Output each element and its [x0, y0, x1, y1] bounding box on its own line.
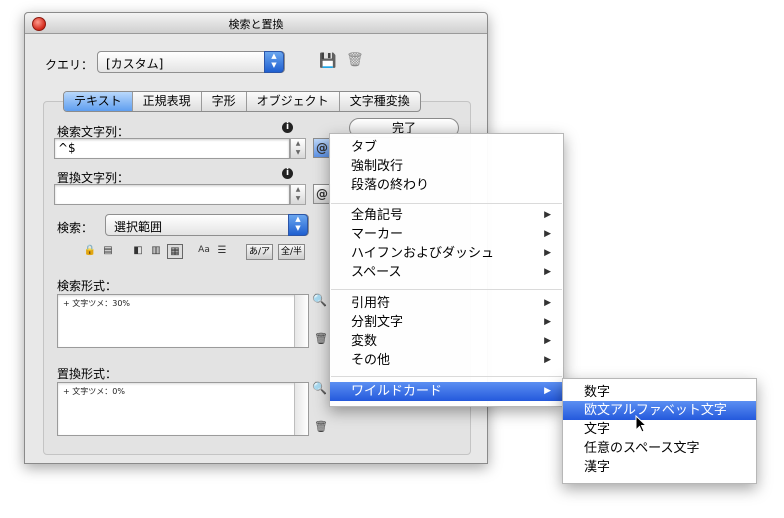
menu-separator [331, 376, 562, 377]
menu-item-other[interactable]: その他 ▶ [330, 351, 563, 370]
submenu-arrow-icon: ▶ [544, 298, 551, 308]
popup-arrows-icon: ▲ ▼ [264, 51, 284, 73]
menu-item-variable[interactable]: 変数 ▶ [330, 332, 563, 351]
tab-grep[interactable]: 正規表現 [133, 92, 202, 111]
query-label: クエリ： [45, 58, 94, 72]
find-what-value: ^$ [58, 141, 76, 155]
query-select[interactable]: [カスタム] ▲ ▼ [97, 51, 285, 73]
change-to-input[interactable] [54, 184, 290, 205]
submenu-arrow-icon: ▶ [544, 210, 551, 220]
delete-query-icon[interactable]: 🗑 [346, 52, 364, 68]
include-locked-layers-icon[interactable]: 🔒 [83, 244, 97, 257]
change-history-stepper[interactable]: ▲ ▼ [290, 184, 306, 205]
width-sensitive-toggle[interactable]: 全/半 [278, 244, 306, 260]
menu-item-break-character[interactable]: 分割文字 ▶ [330, 313, 563, 332]
menu-separator [331, 203, 562, 204]
title-bar[interactable]: 検索と置換 [25, 13, 487, 34]
submenu-arrow-icon: ▶ [544, 386, 551, 396]
change-format-box[interactable]: + 文字ツメ：0% [57, 382, 309, 436]
case-sensitive-icon[interactable]: Aa [197, 244, 211, 257]
menu-item-tab[interactable]: タブ [330, 138, 563, 157]
submenu-item-any-character[interactable]: 文字 [563, 420, 756, 439]
change-format-value: + 文字ツメ：0% [63, 387, 125, 396]
tab-bar: テキスト 正規表現 字形 オブジェクト 文字種変換 [63, 91, 421, 112]
menu-item-hyphens-dashes[interactable]: ハイフンおよびダッシュ ▶ [330, 244, 563, 263]
tab-text[interactable]: テキスト [64, 92, 133, 111]
whole-word-icon[interactable]: ☰ [215, 244, 229, 257]
tab-transliterate[interactable]: 文字種変換 [340, 92, 420, 111]
search-label: 検索： [57, 221, 94, 235]
submenu-arrow-icon: ▶ [544, 317, 551, 327]
submenu-item-any-letter[interactable]: 欧文アルファベット文字 [563, 401, 756, 420]
submenu-arrow-icon: ▶ [544, 355, 551, 365]
info-icon: i [282, 168, 293, 179]
info-icon: i [282, 122, 293, 133]
find-format-label: 検索形式： [57, 279, 118, 293]
menu-item-white-space[interactable]: スペース ▶ [330, 263, 563, 282]
submenu-arrow-icon: ▶ [544, 336, 551, 346]
special-characters-menu: タブ 強制改行 段落の終わり 全角記号 ▶ マーカー ▶ ハイフンおよびダッシュ ▶ … [329, 133, 564, 407]
window-title: 検索と置換 [228, 18, 284, 31]
find-what-input[interactable]: ^$ [54, 138, 290, 159]
find-format-box[interactable]: + 文字ツメ：30% [57, 294, 309, 348]
find-format-value: + 文字ツメ：30% [63, 299, 131, 308]
include-master-pages-icon[interactable]: ▥ [149, 244, 163, 257]
menu-item-wildcards[interactable]: ワイルドカード ▶ [330, 382, 563, 401]
submenu-item-any-kanji[interactable]: 漢字 [563, 458, 756, 477]
tab-object[interactable]: オブジェクト [247, 92, 340, 111]
submenu-arrow-icon: ▶ [544, 229, 551, 239]
clear-find-format-icon[interactable]: 🗑 [314, 332, 328, 345]
include-footnotes-icon[interactable]: ▦ [167, 244, 183, 259]
menu-separator [331, 289, 562, 290]
specify-find-format-icon[interactable]: 🔍 [312, 293, 327, 307]
kana-sensitive-toggle[interactable]: あ/ア [246, 244, 274, 260]
find-history-stepper[interactable]: ▲ ▼ [290, 138, 306, 159]
submenu-arrow-icon: ▶ [544, 248, 551, 258]
scrollbar[interactable] [294, 383, 308, 435]
query-value: [カスタム] [106, 57, 164, 71]
change-format-label: 置換形式： [57, 367, 118, 381]
menu-item-quotation-marks[interactable]: 引用符 ▶ [330, 294, 563, 313]
mouse-pointer-icon [635, 415, 648, 433]
submenu-item-any-digit[interactable]: 数字 [563, 383, 756, 402]
wildcards-submenu: 数字 欧文アルファベット文字 文字 任意のスペース文字 漢字 [562, 378, 757, 484]
search-scope-select[interactable]: 選択範囲 ▲ ▼ [105, 214, 309, 236]
scrollbar[interactable] [294, 295, 308, 347]
menu-item-forced-line-break[interactable]: 強制改行 [330, 157, 563, 176]
menu-item-end-of-paragraph[interactable]: 段落の終わり [330, 176, 563, 195]
popup-arrows-icon: ▲ ▼ [288, 214, 308, 236]
specify-change-format-icon[interactable]: 🔍 [312, 381, 327, 395]
submenu-arrow-icon: ▶ [544, 267, 551, 277]
tab-glyph[interactable]: 字形 [202, 92, 247, 111]
clear-change-format-icon[interactable]: 🗑 [314, 420, 328, 433]
menu-item-markers[interactable]: マーカー ▶ [330, 225, 563, 244]
include-locked-stories-icon[interactable]: ▤ [101, 244, 115, 257]
save-query-icon[interactable]: 💾 [319, 53, 336, 69]
include-hidden-layers-icon[interactable]: ◧ [131, 244, 145, 257]
search-scope-value: 選択範囲 [114, 220, 163, 234]
submenu-item-any-white-space[interactable]: 任意のスペース文字 [563, 439, 756, 458]
menu-item-symbols[interactable]: 全角記号 ▶ [330, 206, 563, 225]
